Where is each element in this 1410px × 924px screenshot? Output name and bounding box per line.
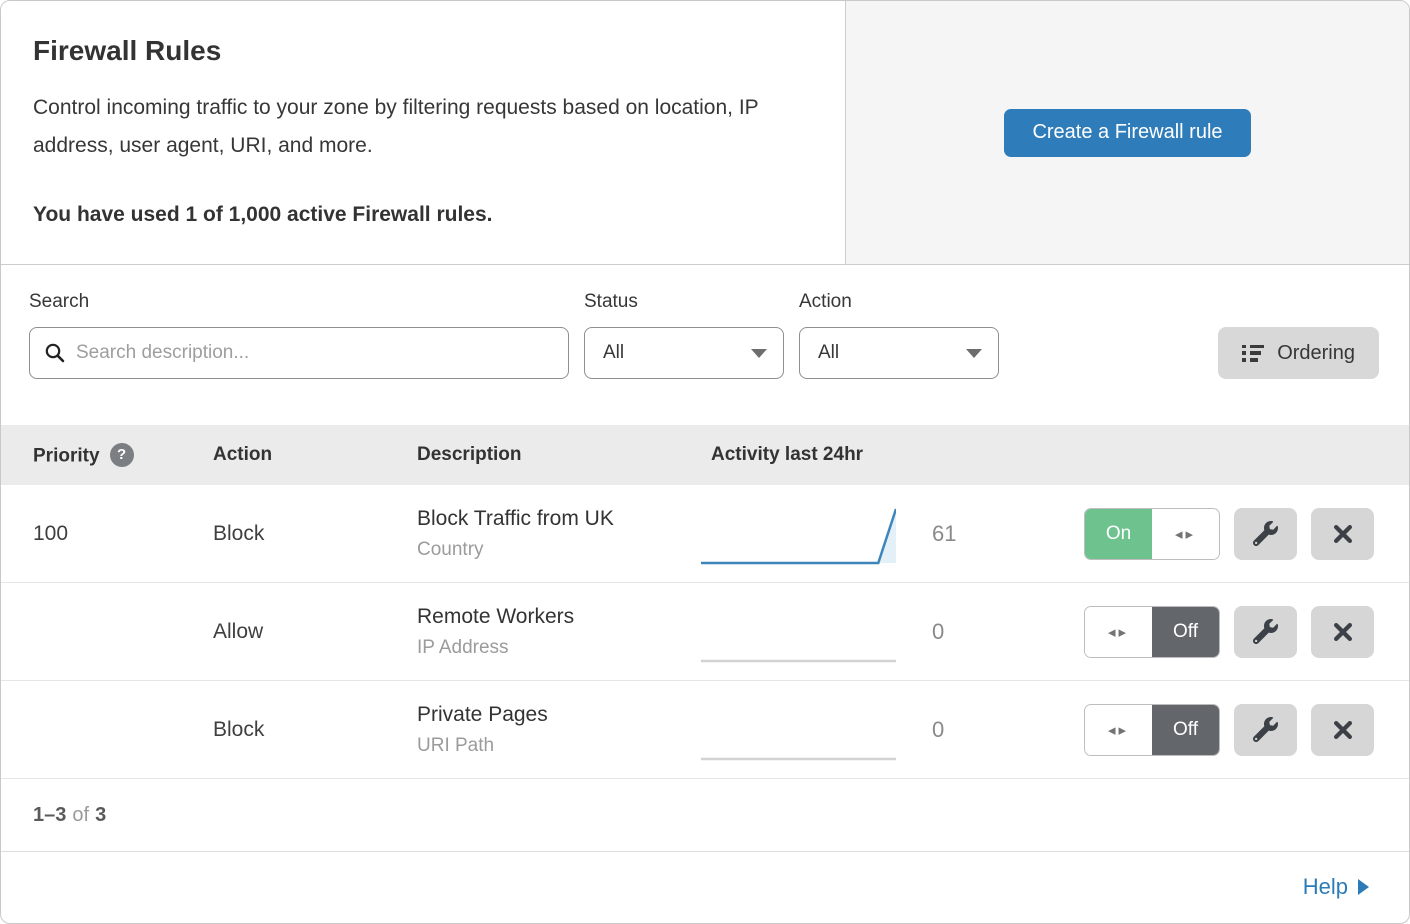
delete-rule-button[interactable] bbox=[1311, 704, 1374, 756]
wrench-icon bbox=[1253, 619, 1278, 644]
usage-summary: You have used 1 of 1,000 active Firewall… bbox=[33, 203, 813, 227]
search-input[interactable] bbox=[76, 342, 554, 364]
intro-section: Firewall Rules Control incoming traffic … bbox=[1, 1, 1409, 265]
toggle-off-state[interactable]: Off bbox=[1152, 705, 1219, 755]
rule-description: Block Traffic from UK bbox=[417, 507, 701, 531]
rule-match-type: URI Path bbox=[417, 735, 701, 757]
ordering-button-label: Ordering bbox=[1277, 342, 1355, 365]
rule-controls: ◂▸ Off bbox=[1084, 704, 1409, 756]
activity-sparkline bbox=[701, 600, 896, 664]
activity-count: 0 bbox=[906, 717, 992, 743]
search-label: Search bbox=[29, 291, 569, 313]
toggle-off-state[interactable]: Off bbox=[1152, 607, 1219, 657]
rule-description-cell: Private Pages URI Path bbox=[417, 703, 701, 757]
search-input-wrap[interactable] bbox=[29, 327, 569, 379]
action-label: Action bbox=[799, 291, 999, 313]
rule-description-cell: Block Traffic from UK Country bbox=[417, 507, 701, 561]
edit-rule-button[interactable] bbox=[1234, 606, 1297, 658]
pagination-of: of bbox=[72, 804, 89, 827]
rule-priority: 100 bbox=[33, 522, 213, 546]
table-row: Block Private Pages URI Path 0 ◂▸ Off bbox=[1, 681, 1409, 779]
rule-action: Block bbox=[213, 718, 417, 742]
description-column-header: Description bbox=[417, 444, 701, 466]
action-column-header: Action bbox=[213, 444, 417, 466]
cta-panel: Create a Firewall rule bbox=[846, 1, 1409, 264]
create-firewall-rule-button[interactable]: Create a Firewall rule bbox=[1004, 109, 1250, 157]
wrench-icon bbox=[1253, 521, 1278, 546]
rule-description: Private Pages bbox=[417, 703, 701, 727]
activity-sparkline-cell bbox=[701, 600, 906, 664]
help-link[interactable]: Help bbox=[1303, 874, 1369, 900]
rule-match-type: Country bbox=[417, 539, 701, 561]
firewall-rules-panel: Firewall Rules Control incoming traffic … bbox=[0, 0, 1410, 924]
priority-column-header: Priority? bbox=[33, 443, 213, 468]
table-row: Allow Remote Workers IP Address 0 ◂▸ Off bbox=[1, 583, 1409, 681]
status-field: Status All bbox=[584, 291, 784, 379]
action-field: Action All bbox=[799, 291, 999, 379]
delete-rule-button[interactable] bbox=[1311, 508, 1374, 560]
rule-controls: ◂▸ Off bbox=[1084, 606, 1409, 658]
rule-description-cell: Remote Workers IP Address bbox=[417, 605, 701, 659]
edit-rule-button[interactable] bbox=[1234, 704, 1297, 756]
action-selected-value: All bbox=[818, 342, 839, 364]
status-select[interactable]: All bbox=[584, 327, 784, 379]
page-title: Firewall Rules bbox=[33, 35, 813, 67]
edit-rule-button[interactable] bbox=[1234, 508, 1297, 560]
close-icon bbox=[1331, 620, 1355, 644]
toggle-arrows-icon[interactable]: ◂▸ bbox=[1085, 607, 1152, 657]
activity-sparkline bbox=[701, 698, 896, 762]
status-label: Status bbox=[584, 291, 784, 313]
status-selected-value: All bbox=[603, 342, 624, 364]
rule-action: Allow bbox=[213, 620, 417, 644]
toggle-on-state[interactable]: On bbox=[1085, 509, 1152, 559]
activity-count: 0 bbox=[906, 619, 992, 645]
table-row: 100 Block Block Traffic from UK Country … bbox=[1, 485, 1409, 583]
delete-rule-button[interactable] bbox=[1311, 606, 1374, 658]
pagination-total: 3 bbox=[95, 804, 106, 827]
rule-controls: On ◂▸ bbox=[1084, 508, 1409, 560]
rule-match-type: IP Address bbox=[417, 637, 701, 659]
activity-column-header: Activity last 24hr bbox=[701, 444, 863, 466]
search-field: Search bbox=[29, 291, 569, 379]
rule-enable-toggle[interactable]: ◂▸ Off bbox=[1084, 704, 1220, 756]
toggle-arrows-icon[interactable]: ◂▸ bbox=[1152, 509, 1219, 559]
activity-sparkline bbox=[701, 502, 896, 566]
action-select[interactable]: All bbox=[799, 327, 999, 379]
ordered-list-icon bbox=[1242, 345, 1264, 362]
ordering-button[interactable]: Ordering bbox=[1218, 327, 1379, 379]
filter-bar: Search Status All Action All bbox=[1, 265, 1409, 425]
chevron-down-icon bbox=[751, 349, 767, 358]
priority-help-icon[interactable]: ? bbox=[110, 443, 134, 467]
pagination-summary: 1–3 of 3 bbox=[1, 779, 1409, 852]
close-icon bbox=[1331, 522, 1355, 546]
table-header-row: Priority? Action Description Activity la… bbox=[1, 425, 1409, 485]
search-icon bbox=[44, 342, 66, 364]
rule-enable-toggle[interactable]: On ◂▸ bbox=[1084, 508, 1220, 560]
wrench-icon bbox=[1253, 717, 1278, 742]
activity-sparkline-cell bbox=[701, 502, 906, 566]
rule-enable-toggle[interactable]: ◂▸ Off bbox=[1084, 606, 1220, 658]
page-description: Control incoming traffic to your zone by… bbox=[33, 89, 803, 165]
help-link-label: Help bbox=[1303, 874, 1348, 900]
rule-description: Remote Workers bbox=[417, 605, 701, 629]
help-footer: Help bbox=[1, 852, 1409, 922]
intro-text-panel: Firewall Rules Control incoming traffic … bbox=[1, 1, 846, 264]
rule-action: Block bbox=[213, 522, 417, 546]
chevron-down-icon bbox=[966, 349, 982, 358]
pagination-range: 1–3 bbox=[33, 804, 66, 827]
close-icon bbox=[1331, 718, 1355, 742]
toggle-arrows-icon[interactable]: ◂▸ bbox=[1085, 705, 1152, 755]
arrow-right-icon bbox=[1358, 879, 1369, 895]
activity-count: 61 bbox=[906, 521, 992, 547]
activity-sparkline-cell bbox=[701, 698, 906, 762]
